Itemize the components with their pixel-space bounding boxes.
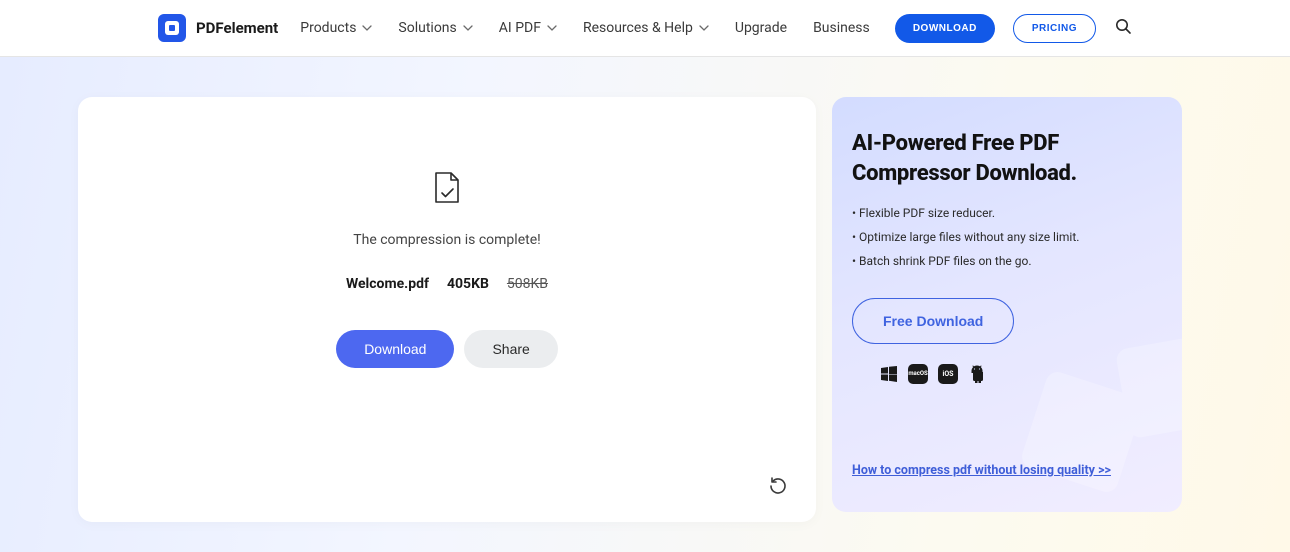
nav-solutions[interactable]: Solutions <box>398 20 472 36</box>
promo-card: AI-Powered Free PDF Compressor Download.… <box>832 97 1182 512</box>
chevron-down-icon <box>547 25 557 31</box>
file-name: Welcome.pdf <box>346 276 429 292</box>
nav-ai-pdf[interactable]: AI PDF <box>499 20 557 36</box>
file-size-old: 508KB <box>507 276 548 292</box>
header-actions: DOWNLOAD PRICING <box>895 14 1132 43</box>
nav-upgrade[interactable]: Upgrade <box>735 20 787 36</box>
macos-icon: macOS <box>908 364 928 384</box>
top-nav: PDFelement Products Solutions AI PDF Res… <box>0 0 1290 57</box>
promo-title: AI-Powered Free PDF Compressor Download. <box>852 129 1162 188</box>
ios-icon: iOS <box>938 364 958 384</box>
nav-label: Upgrade <box>735 20 787 36</box>
brand-logo-icon <box>158 14 186 42</box>
android-icon <box>968 365 986 383</box>
brand-name: PDFelement <box>196 19 278 37</box>
share-button[interactable]: Share <box>464 330 557 368</box>
nav-label: Products <box>300 20 356 36</box>
nav-label: Solutions <box>398 20 456 36</box>
search-icon[interactable] <box>1114 17 1132 39</box>
nav-label: Resources & Help <box>583 20 693 36</box>
file-info-row: Welcome.pdf 405KB 508KB <box>346 276 548 292</box>
bullet-item: • Optimize large files without any size … <box>852 230 1162 244</box>
file-size-new: 405KB <box>447 276 489 292</box>
chevron-down-icon <box>362 25 372 31</box>
nav-label: AI PDF <box>499 20 541 36</box>
status-message: The compression is complete! <box>353 232 541 248</box>
nav-menu: Products Solutions AI PDF Resources & He… <box>300 20 895 36</box>
reset-icon[interactable] <box>768 476 788 500</box>
compression-result-card: The compression is complete! Welcome.pdf… <box>78 97 816 522</box>
result-actions: Download Share <box>336 330 558 368</box>
nav-label: Business <box>813 20 870 36</box>
chevron-down-icon <box>463 25 473 31</box>
bullet-item: • Flexible PDF size reducer. <box>852 206 1162 220</box>
decorative-shapes <box>1022 342 1182 512</box>
download-button[interactable]: Download <box>336 330 454 368</box>
header-download-button[interactable]: DOWNLOAD <box>895 14 995 43</box>
bullet-item: • Batch shrink PDF files on the go. <box>852 254 1162 268</box>
nav-products[interactable]: Products <box>300 20 372 36</box>
nav-resources[interactable]: Resources & Help <box>583 20 709 36</box>
free-download-button[interactable]: Free Download <box>852 298 1014 344</box>
nav-business[interactable]: Business <box>813 20 870 36</box>
main-content: The compression is complete! Welcome.pdf… <box>0 57 1290 552</box>
windows-icon <box>880 365 898 383</box>
chevron-down-icon <box>699 25 709 31</box>
guide-link[interactable]: How to compress pdf without losing quali… <box>852 463 1111 478</box>
brand-logo-group[interactable]: PDFelement <box>158 14 278 42</box>
header-pricing-button[interactable]: PRICING <box>1013 14 1096 43</box>
file-check-icon <box>433 172 461 208</box>
promo-bullets: • Flexible PDF size reducer. • Optimize … <box>852 206 1162 268</box>
